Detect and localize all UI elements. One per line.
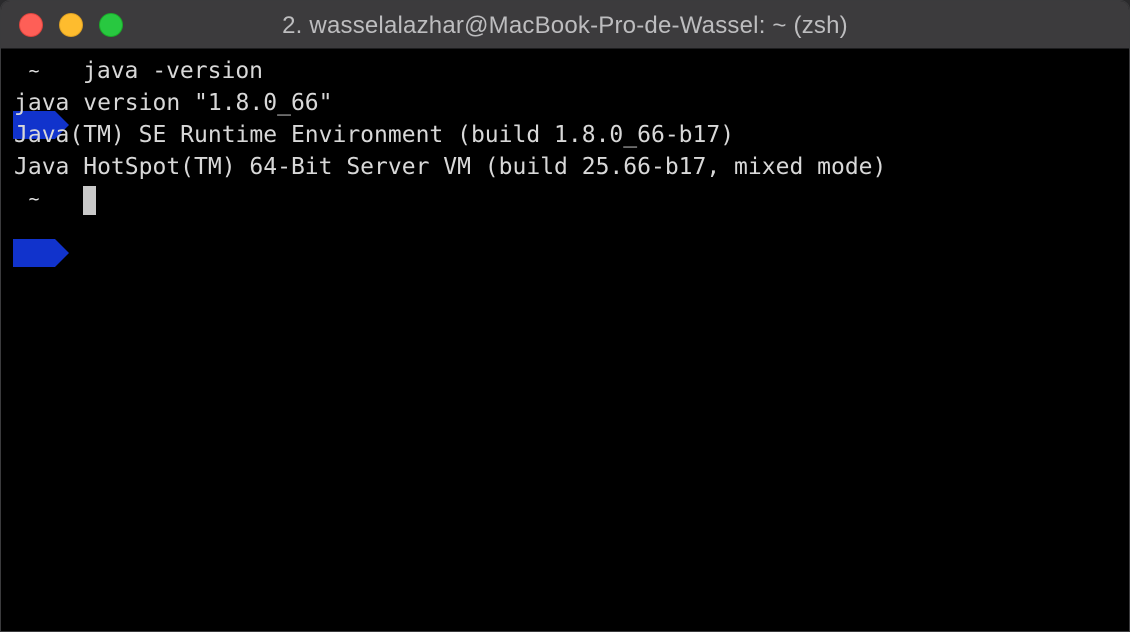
- output-line: java version "1.8.0_66": [14, 90, 333, 116]
- prompt-directory: ~: [28, 61, 40, 82]
- window-title: 2. wasselalazhar@MacBook-Pro-de-Wassel: …: [282, 12, 848, 39]
- prompt-directory: ~: [28, 189, 40, 210]
- terminal-content[interactable]: ~ java -version java version "1.8.0_66" …: [1, 49, 1129, 631]
- prompt-line: ~: [13, 183, 96, 267]
- terminal-window: 2. wasselalazhar@MacBook-Pro-de-Wassel: …: [0, 0, 1130, 632]
- prompt-line: ~ java -version: [13, 55, 263, 139]
- output-line: Java HotSpot(TM) 64-Bit Server VM (build…: [14, 154, 887, 180]
- output-line: Java(TM) SE Runtime Environment (build 1…: [14, 122, 735, 148]
- text-cursor: [83, 186, 96, 215]
- command-text: java -version: [83, 58, 264, 84]
- title-bar[interactable]: 2. wasselalazhar@MacBook-Pro-de-Wassel: …: [1, 1, 1129, 49]
